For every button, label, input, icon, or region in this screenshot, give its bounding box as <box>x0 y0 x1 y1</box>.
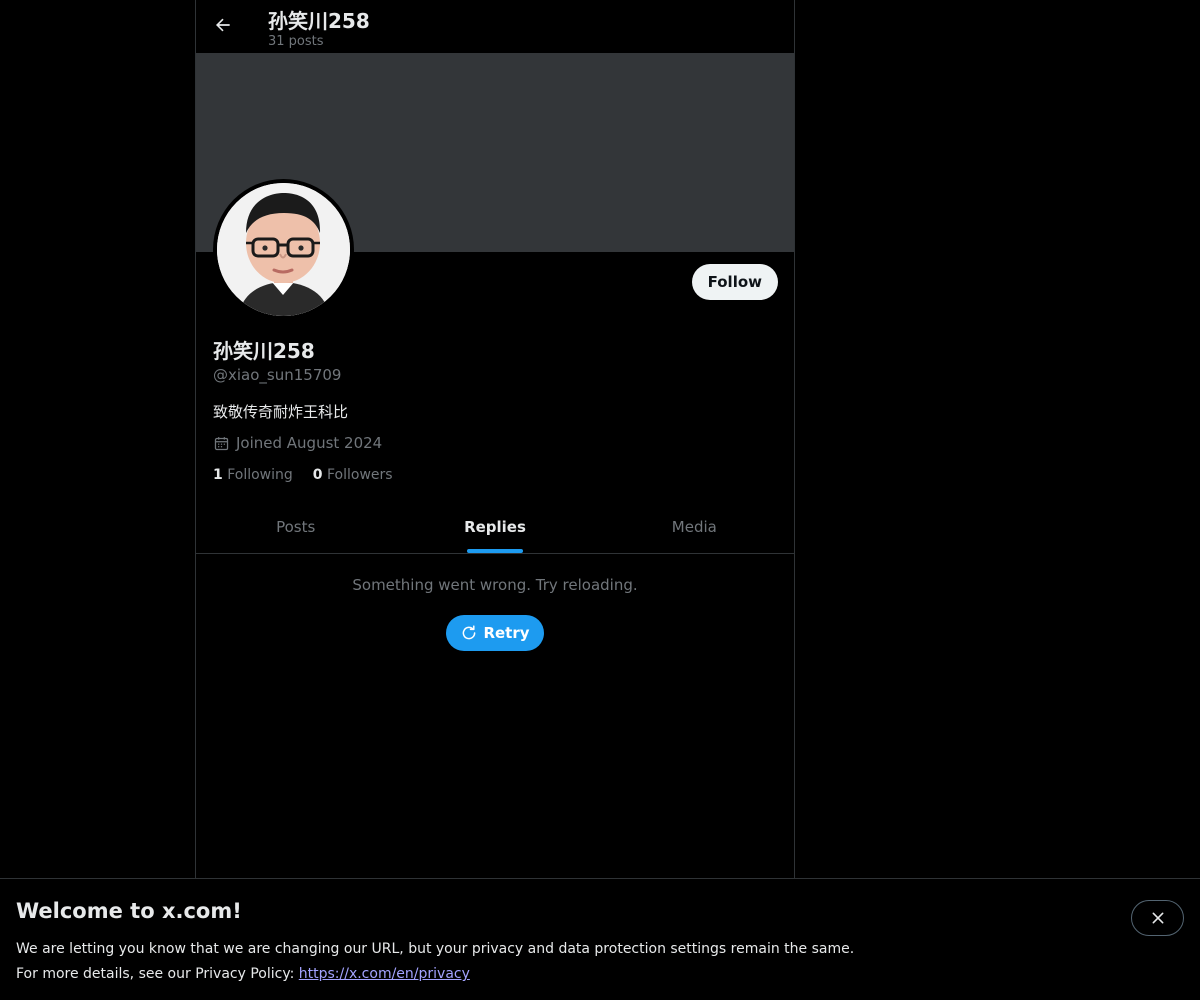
profile-handle: @xiao_sun15709 <box>213 366 342 384</box>
tab-media-label: Media <box>671 518 717 536</box>
profile-display-name: 孙笑川258 <box>213 339 315 363</box>
following-label: Following <box>227 467 293 483</box>
tab-posts-label: Posts <box>276 518 316 536</box>
refresh-icon <box>463 625 476 640</box>
notice-title: Welcome to x.com! <box>16 899 242 923</box>
privacy-policy-link[interactable]: https://x.com/en/privacy <box>299 966 470 982</box>
following-link[interactable]: 1 Following <box>213 467 293 483</box>
followers-link[interactable]: 0 Followers <box>313 467 393 483</box>
close-icon <box>1152 912 1163 924</box>
followers-count: 0 <box>312 467 323 483</box>
follow-button[interactable]: Follow <box>691 264 778 300</box>
notice-line-1: We are letting you know that we are chan… <box>16 941 855 957</box>
avatar[interactable] <box>213 179 354 320</box>
active-tab-indicator <box>466 549 523 553</box>
profile-joined-date: Joined August 2024 <box>213 434 382 452</box>
back-button[interactable] <box>206 8 240 42</box>
close-notice-button[interactable] <box>1131 900 1184 936</box>
url-change-notice: Welcome to x.com! We are letting you kno… <box>0 878 1200 1000</box>
tab-media[interactable]: Media <box>595 501 794 553</box>
followers-label: Followers <box>326 467 393 483</box>
notice-line-2-text: For more details, see our Privacy Policy… <box>16 966 295 982</box>
profile-stats: 1 Following 0 Followers <box>213 467 393 483</box>
notice-body: We are letting you know that we are chan… <box>16 937 854 987</box>
retry-label: Retry <box>483 624 530 642</box>
following-count: 1 <box>213 467 223 483</box>
profile-bio: 致敬传奇耐炸王科比 <box>213 403 349 421</box>
profile-column: 孙笑川258 31 posts Follow 孙笑川258 @xiao_sun1… <box>195 0 795 1000</box>
tab-replies[interactable]: Replies <box>395 501 594 553</box>
feed-error-message: Something went wrong. Try reloading. <box>352 576 638 594</box>
profile-tabs: Posts Replies Media <box>196 501 794 554</box>
calendar-icon <box>214 436 229 450</box>
arrow-left-icon <box>216 18 230 32</box>
header-title: 孙笑川258 <box>268 9 370 33</box>
header-post-count: 31 posts <box>268 34 324 49</box>
tab-replies-label: Replies <box>464 518 526 536</box>
joined-text: Joined August 2024 <box>236 434 383 452</box>
profile-header-bar: 孙笑川258 31 posts <box>196 0 794 53</box>
tab-posts[interactable]: Posts <box>196 501 395 553</box>
avatar-image <box>217 183 350 316</box>
retry-button[interactable]: Retry <box>446 615 544 651</box>
notice-line-2: For more details, see our Privacy Policy… <box>16 962 854 987</box>
